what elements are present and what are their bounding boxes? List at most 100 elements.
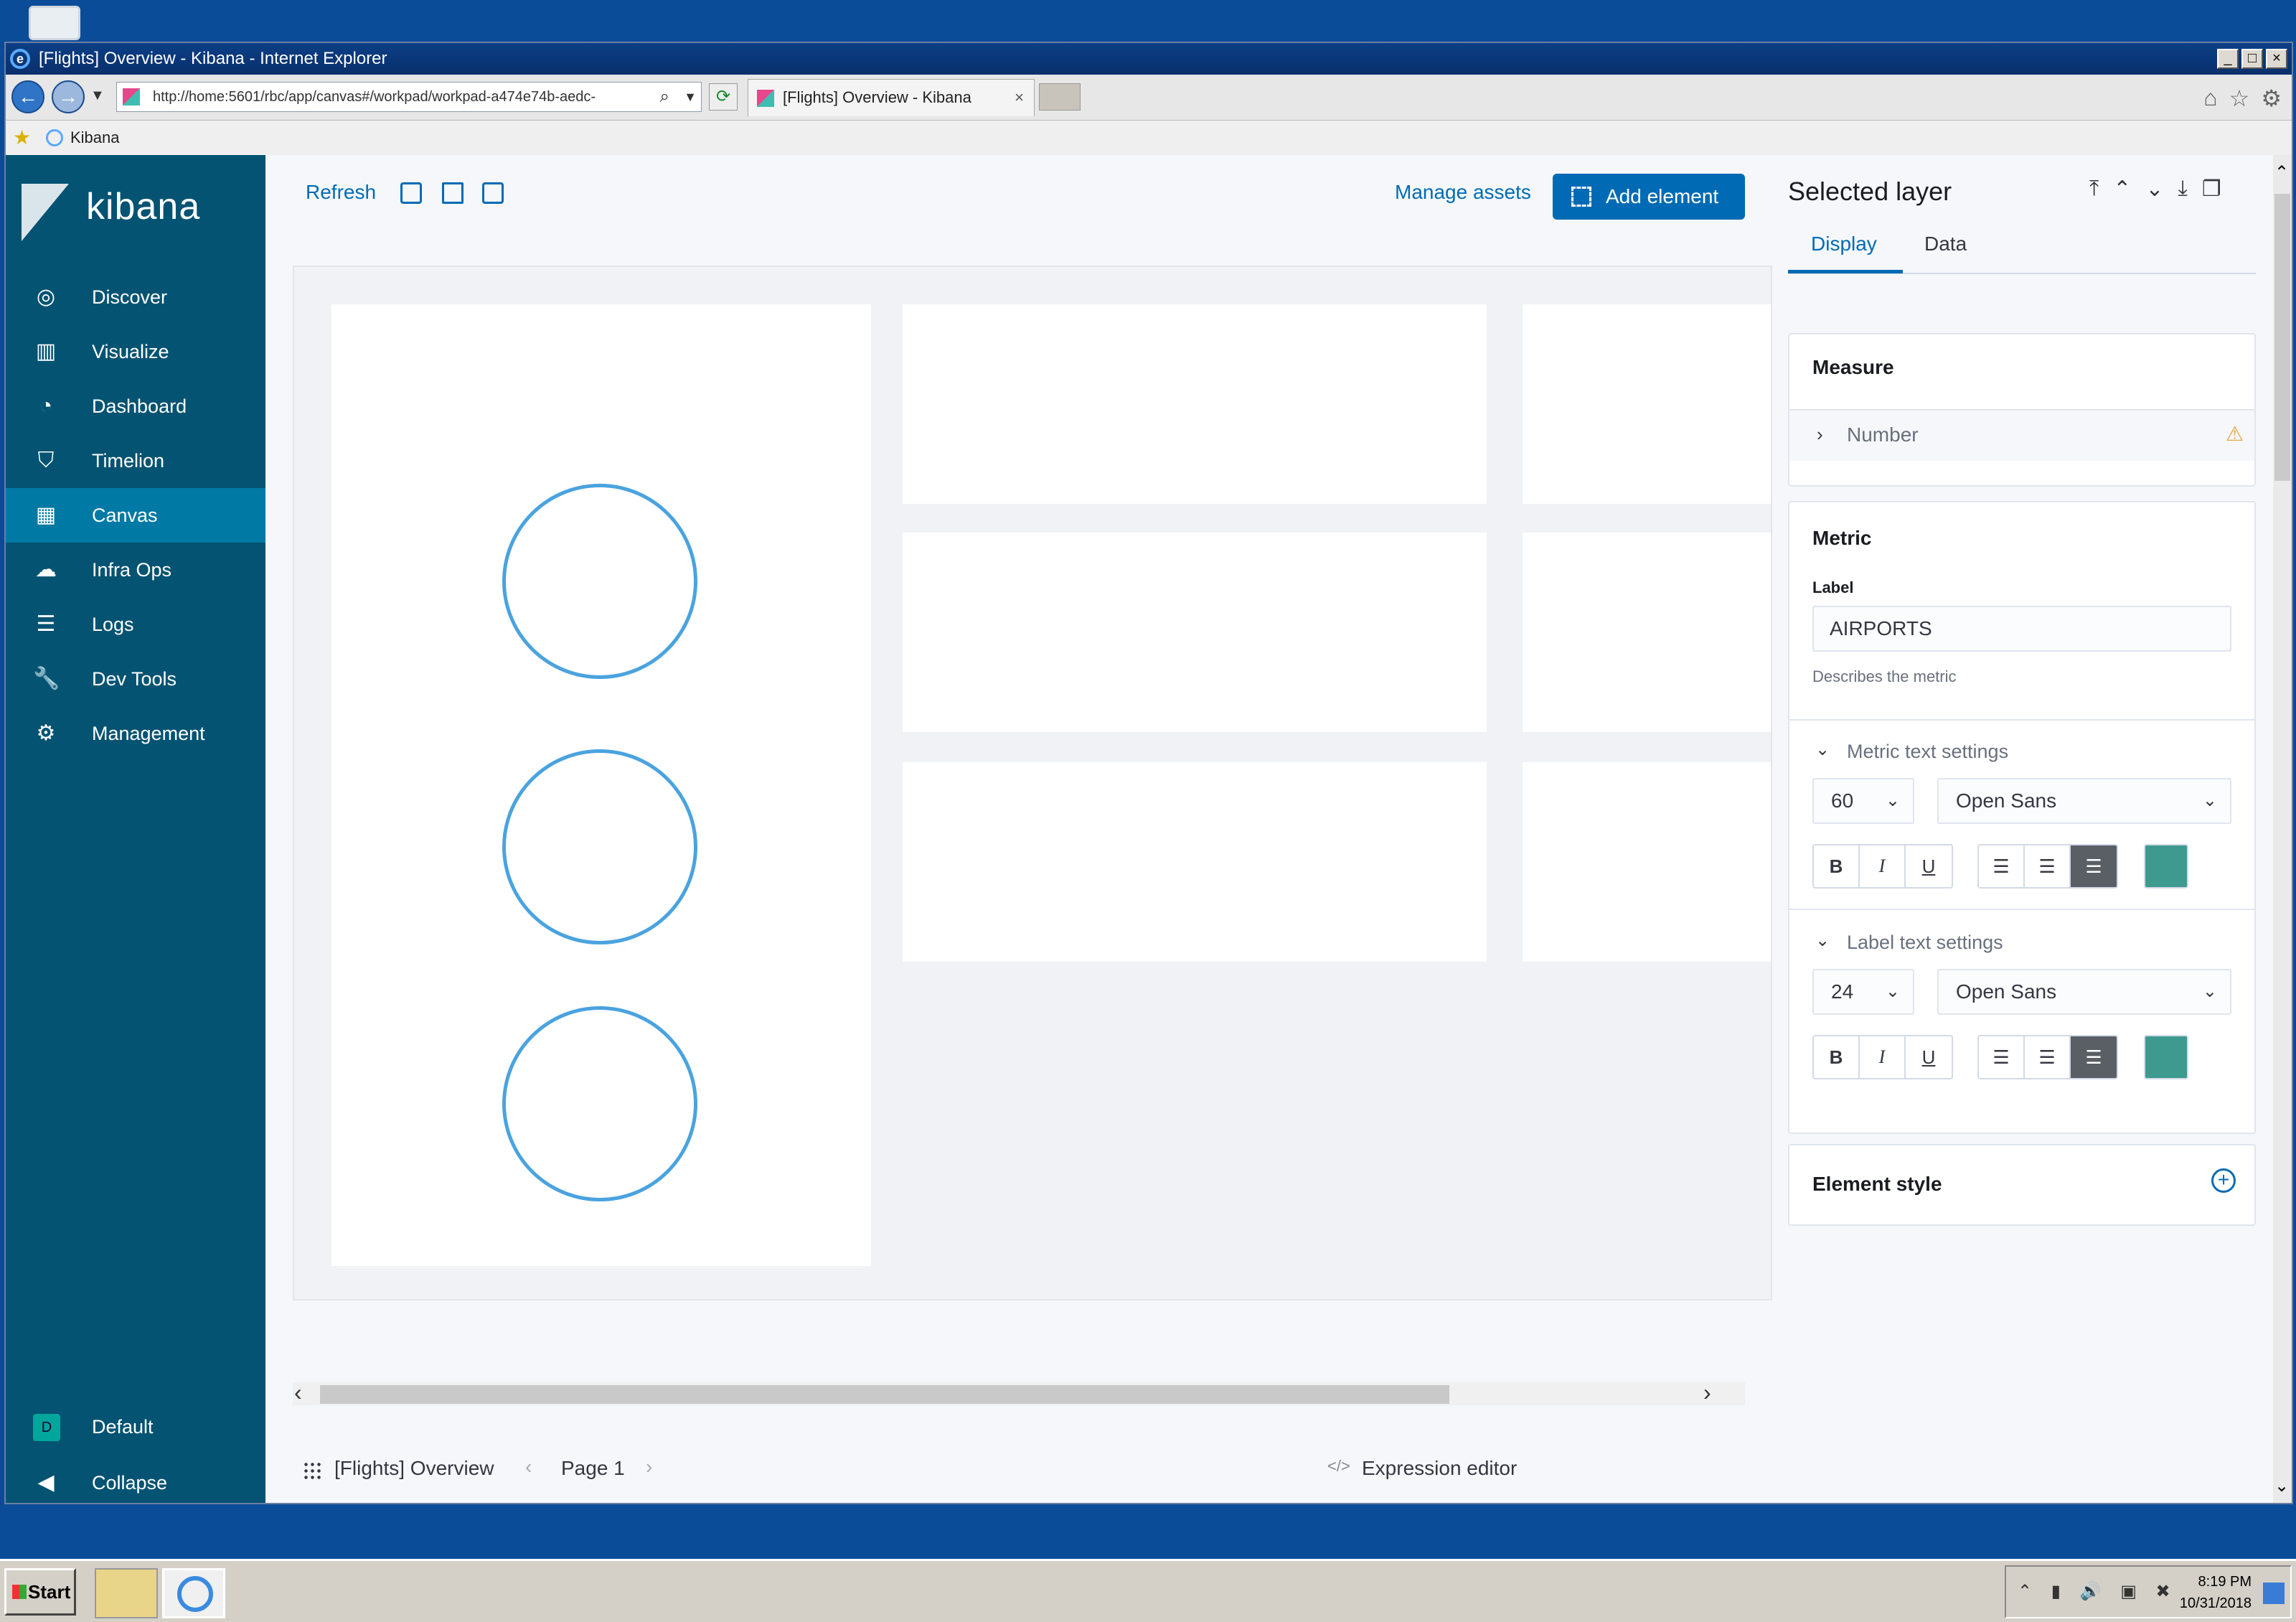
expression-editor-button[interactable]: Expression editor — [1362, 1457, 1517, 1480]
sidebar-item-canvas[interactable]: ▦ Canvas — [6, 488, 265, 543]
metric-text-settings-toggle[interactable]: Metric text settings — [1847, 741, 2008, 763]
tab-display[interactable]: Display — [1811, 233, 1877, 256]
move-to-bottom-icon[interactable]: ⤓ — [2178, 177, 2188, 202]
align-center-button[interactable]: ☰ — [2025, 845, 2071, 887]
forward-button[interactable]: → — [52, 80, 85, 113]
minimize-button[interactable]: _ — [2217, 49, 2239, 69]
italic-button[interactable]: I — [1860, 1036, 1906, 1078]
tab-data[interactable]: Data — [1924, 233, 1967, 256]
metric-font-size-select[interactable]: 60 ⌄ — [1812, 778, 1914, 824]
bold-button[interactable]: B — [1814, 845, 1860, 887]
label-color-swatch[interactable] — [2144, 1035, 2188, 1079]
horizontal-scrollbar[interactable]: ‹ › — [293, 1379, 1745, 1406]
canvas-element[interactable] — [903, 533, 1487, 732]
label-text-settings-toggle[interactable]: Label text settings — [1847, 932, 2003, 954]
sidebar-item-visualize[interactable]: ▥ Visualize — [6, 324, 265, 379]
browser-tab[interactable]: [Flights] Overview - Kibana × — [748, 79, 1035, 116]
tab-close-icon[interactable]: × — [1015, 80, 1024, 116]
canvas-element[interactable] — [1523, 304, 1771, 504]
address-bar[interactable]: http://home:5601/rbc/app/canvas#/workpad… — [116, 82, 702, 112]
workpad-grid-icon[interactable] — [303, 1461, 321, 1480]
back-button[interactable]: ← — [11, 80, 44, 113]
tools-gear-icon[interactable]: ⚙ — [2261, 85, 2282, 112]
close-button[interactable]: × — [2266, 49, 2287, 69]
metric-label-input[interactable]: AIRPORTS — [1812, 606, 2231, 652]
measure-number-row[interactable]: › Number ⚠ — [1789, 411, 2254, 461]
sidebar-item-infra-ops[interactable]: ☁ Infra Ops — [6, 543, 265, 597]
show-desktop-icon[interactable] — [2263, 1583, 2285, 1604]
scroll-left-icon[interactable]: ‹ — [294, 1379, 302, 1406]
vertical-scrollbar[interactable]: ⌃ ⌄ — [2273, 155, 2292, 1503]
history-dropdown-icon[interactable]: ▼ — [90, 88, 105, 104]
scroll-up-icon[interactable]: ⌃ — [2274, 162, 2289, 183]
tray-icons[interactable]: ⌃ ▮ 🔊 ▣ ✖ — [2018, 1581, 2178, 1602]
previous-page-icon[interactable]: ‹ — [525, 1455, 532, 1478]
scrollbar-thumb[interactable] — [2274, 194, 2290, 481]
canvas-element[interactable] — [903, 304, 1487, 504]
sidebar-item-timelion[interactable]: ⛉ Timelion — [6, 433, 265, 488]
sidebar-item-logs[interactable]: ☰ Logs — [6, 597, 265, 652]
fullscreen-icon[interactable] — [400, 182, 422, 204]
explorer-taskbar-icon[interactable] — [95, 1568, 158, 1618]
search-icon[interactable]: ⌕ — [660, 83, 669, 111]
align-left-button[interactable]: ☰ — [1979, 845, 2025, 887]
underline-button[interactable]: U — [1906, 1036, 1952, 1078]
maximize-button[interactable]: □ — [2241, 49, 2263, 69]
refresh-button[interactable]: Refresh — [306, 181, 376, 204]
canvas-shape[interactable] — [502, 1006, 697, 1201]
favorites-icon[interactable]: ★ — [13, 121, 31, 155]
duplicate-icon[interactable]: ❐ — [2202, 177, 2221, 202]
label-font-size-select[interactable]: 24 ⌄ — [1812, 969, 1914, 1015]
workpad-canvas[interactable] — [293, 266, 1772, 1300]
favorites-item-kibana[interactable]: Kibana — [70, 128, 120, 146]
canvas-element[interactable] — [903, 762, 1487, 962]
element-style-card[interactable]: Element style + — [1788, 1144, 2256, 1226]
move-down-icon[interactable]: ⌄ — [2145, 177, 2163, 202]
ie-taskbar-icon[interactable] — [162, 1568, 225, 1618]
collapse-button[interactable]: ◀ Collapse — [6, 1455, 265, 1510]
page-label[interactable]: Page 1 — [561, 1457, 625, 1480]
clock[interactable]: 8:19 PM 10/31/2018 — [2180, 1571, 2252, 1614]
compat-refresh-button[interactable]: ⟳ — [709, 83, 738, 111]
scroll-down-icon[interactable]: ⌄ — [2274, 1476, 2289, 1496]
metric-font-family-select[interactable]: Open Sans ⌄ — [1937, 778, 2231, 824]
chevron-down-icon[interactable]: ⌄ — [1815, 739, 1830, 760]
add-style-icon[interactable]: + — [2211, 1168, 2236, 1193]
align-left-button[interactable]: ☰ — [1979, 1036, 2025, 1078]
space-selector[interactable]: D Default — [6, 1400, 265, 1454]
workpad-name[interactable]: [Flights] Overview — [334, 1457, 494, 1480]
next-page-icon[interactable]: › — [646, 1455, 652, 1478]
recycle-bin-icon[interactable] — [29, 6, 80, 40]
sidebar-item-discover[interactable]: ◎ Discover — [6, 270, 265, 324]
canvas-element[interactable] — [331, 304, 871, 1266]
bold-button[interactable]: B — [1814, 1036, 1860, 1078]
address-dropdown-icon[interactable]: ▼ — [684, 83, 697, 111]
new-tab-button[interactable] — [1039, 83, 1081, 111]
label-font-family-select[interactable]: Open Sans ⌄ — [1937, 969, 2231, 1015]
share-icon[interactable] — [442, 182, 464, 204]
chevron-down-icon[interactable]: ⌄ — [1815, 930, 1830, 951]
underline-button[interactable]: U — [1906, 845, 1952, 887]
manage-assets-button[interactable]: Manage assets — [1395, 181, 1531, 204]
sidebar-item-management[interactable]: ⚙ Management — [6, 706, 265, 761]
canvas-element[interactable] — [1523, 533, 1771, 732]
align-center-button[interactable]: ☰ — [2025, 1036, 2071, 1078]
align-right-button[interactable]: ☰ — [2071, 1036, 2117, 1078]
home-icon[interactable]: ⌂ — [2203, 85, 2217, 112]
move-up-icon[interactable]: ⌃ — [2113, 177, 2131, 202]
lock-icon[interactable] — [482, 182, 504, 204]
add-element-button[interactable]: Add element — [1553, 174, 1745, 220]
canvas-shape[interactable] — [502, 484, 697, 679]
italic-button[interactable]: I — [1860, 845, 1906, 887]
scroll-right-icon[interactable]: › — [1703, 1379, 1711, 1406]
kibana-logo[interactable]: kibana — [22, 177, 265, 241]
move-to-top-icon[interactable]: ⤒ — [2089, 177, 2099, 202]
sidebar-item-dev-tools[interactable]: 🔧 Dev Tools — [6, 652, 265, 706]
favorites-star-icon[interactable]: ☆ — [2229, 85, 2250, 112]
scrollbar-thumb[interactable] — [320, 1385, 1449, 1404]
metric-color-swatch[interactable] — [2144, 844, 2188, 889]
sidebar-item-dashboard[interactable]: ◔ Dashboard — [6, 379, 265, 433]
align-right-button[interactable]: ☰ — [2071, 845, 2117, 887]
start-button[interactable]: Start — [4, 1568, 76, 1616]
canvas-shape[interactable] — [502, 749, 697, 944]
